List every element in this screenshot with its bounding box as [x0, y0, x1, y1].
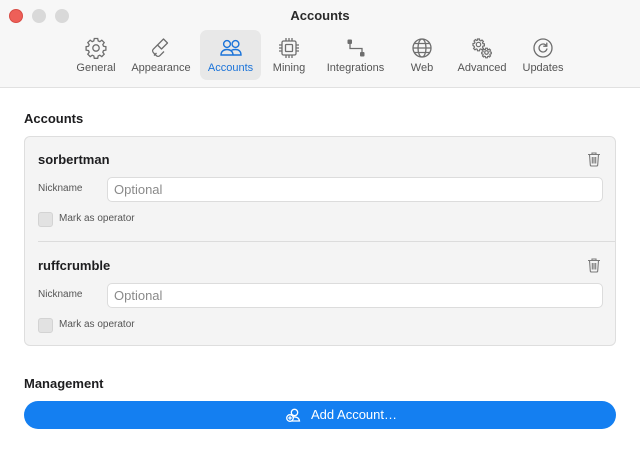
tab-label: Mining — [272, 62, 306, 74]
account-divider — [38, 241, 615, 242]
nickname-field[interactable] — [107, 283, 603, 308]
accounts-list: sorbertman Nickname Mark as operator ruf… — [24, 136, 616, 346]
add-account-label: Add Account… — [311, 407, 397, 422]
account-row: sorbertman Nickname Mark as operator — [25, 137, 615, 241]
tab-label: Advanced — [457, 62, 507, 74]
tab-advanced[interactable]: Advanced — [452, 30, 512, 80]
account-row: ruffcrumble Nickname Mark as operator — [25, 243, 615, 347]
integrations-icon — [344, 36, 368, 60]
toolbar: Accounts General Appearance Accounts Min… — [0, 0, 640, 88]
tab-accounts[interactable]: Accounts — [200, 30, 261, 80]
mark-as-operator-checkbox[interactable] — [38, 318, 53, 333]
tab-label: Web — [410, 62, 434, 74]
accounts-section-title: Accounts — [24, 111, 84, 126]
tab-label: Appearance — [131, 62, 191, 74]
tab-general[interactable]: General — [68, 30, 124, 80]
add-person-icon — [286, 408, 302, 422]
mark-as-operator-checkbox[interactable] — [38, 212, 53, 227]
tab-updates[interactable]: Updates — [518, 30, 568, 80]
add-account-button[interactable]: Add Account… — [24, 401, 616, 429]
mark-as-operator-label: Mark as operator — [59, 319, 135, 330]
tab-label: Integrations — [326, 62, 385, 74]
nickname-field[interactable] — [107, 177, 603, 202]
globe-icon — [410, 36, 434, 60]
gear-icon — [84, 36, 108, 60]
account-name: sorbertman — [38, 152, 110, 167]
tab-label: Updates — [522, 62, 564, 74]
gears-icon — [470, 36, 494, 60]
trash-icon[interactable] — [587, 257, 601, 273]
trash-icon[interactable] — [587, 151, 601, 167]
people-icon — [219, 36, 243, 60]
tab-label: Accounts — [207, 62, 254, 74]
tab-web[interactable]: Web — [402, 30, 442, 80]
paintbrush-icon — [149, 36, 173, 60]
mark-as-operator-label: Mark as operator — [59, 213, 135, 224]
refresh-icon — [531, 36, 555, 60]
tab-mining[interactable]: Mining — [266, 30, 312, 80]
nickname-label: Nickname — [38, 289, 83, 300]
window-title: Accounts — [290, 8, 350, 23]
tab-label: General — [76, 62, 116, 74]
nickname-label: Nickname — [38, 183, 83, 194]
preferences-window: Accounts General Appearance Accounts Min… — [0, 0, 640, 450]
account-name: ruffcrumble — [38, 258, 111, 273]
cpu-chip-icon — [277, 36, 301, 60]
management-section-title: Management — [24, 376, 104, 391]
tab-appearance[interactable]: Appearance — [127, 30, 195, 80]
tab-integrations[interactable]: Integrations — [319, 30, 392, 80]
